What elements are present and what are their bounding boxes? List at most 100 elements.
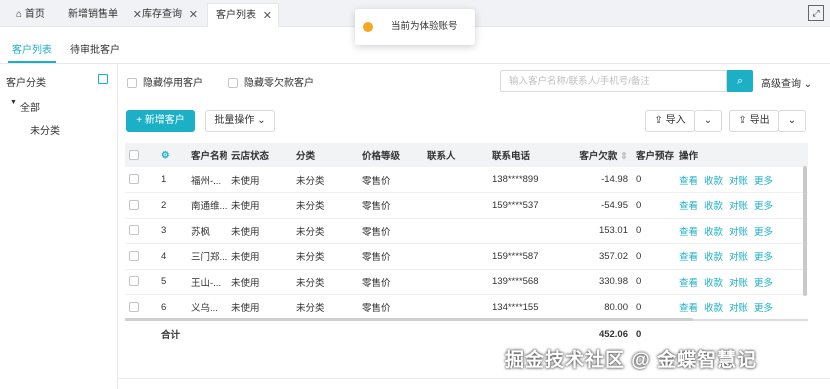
view-link[interactable]: 查看 [679,278,698,289]
total-label: 合计 [157,319,227,347]
button-label: 导出 [749,115,770,126]
row-select[interactable] [125,192,157,219]
subtab-pending-approval[interactable]: 待审批客户 [70,41,120,56]
reconcile-link[interactable]: 对账 [729,252,748,263]
export-dropdown-button[interactable]: ⌄ [778,110,806,132]
view-link[interactable]: 查看 [679,176,698,187]
reconcile-link[interactable]: 对账 [729,176,748,187]
price-level: 零售价 [358,243,423,270]
receive-payment-link[interactable]: 收款 [704,227,723,238]
row-select[interactable] [125,294,157,321]
checkbox[interactable] [129,149,139,160]
view-link[interactable]: 查看 [679,303,698,314]
close-icon[interactable]: ✕ [189,3,198,27]
search-icon[interactable]: ⌕ [727,70,753,92]
customer-name: 南通维... [187,192,227,219]
column-header-debt[interactable]: 客户欠款 ⇕ [556,143,632,167]
price-level: 零售价 [358,167,423,193]
column-header: 分类 [292,143,358,167]
close-icon[interactable]: ✕ [263,4,272,28]
phone [488,218,556,244]
more-link[interactable]: 更多 [754,252,773,263]
tab-customer-list[interactable]: 客户列表 ✕ [207,3,279,27]
more-link[interactable]: 更多 [754,176,773,187]
table-row[interactable]: 1 福州-... 未使用 未分类 零售价 138****899 -14.98 0 查看 收款 对账更… [125,167,808,193]
sort-icon[interactable]: ⇕ [620,151,628,162]
receive-payment-link[interactable]: 收款 [704,252,723,263]
horizontal-scrollbar[interactable] [125,318,693,321]
total-debt: 452.06 [556,319,632,347]
receive-payment-link[interactable]: 收款 [704,176,723,187]
more-link[interactable]: 更多 [754,278,773,289]
hide-disabled-checkbox[interactable]: 隐藏停用客户 [127,74,203,89]
more-link[interactable]: 更多 [754,227,773,238]
gear-icon[interactable]: ⚙ [161,150,170,161]
column-label: 客户欠款 [579,151,618,162]
upload-icon: ⇪ [738,115,747,126]
reconcile-link[interactable]: 对账 [729,278,748,289]
row-select[interactable] [125,269,157,295]
checkbox[interactable] [129,199,139,210]
advanced-search-button[interactable]: 高级查询 ⌄ [761,75,812,90]
checkbox[interactable] [129,174,139,184]
search-input[interactable] [500,70,727,92]
export-button[interactable]: ⇪ 导出 [729,110,779,132]
row-number: 6 [157,294,187,321]
row-select[interactable] [125,167,157,193]
add-customer-button[interactable]: + 新增客户 [126,110,195,132]
active-tab-indicator [8,61,56,63]
hide-zero-debt-checkbox[interactable]: 隐藏零欠款客户 [228,74,314,89]
table-row[interactable]: 4 三门郑... 未使用 未分类 零售价 159****587 357.02 0 查看 收款 对账更… [125,243,808,270]
view-link[interactable]: 查看 [679,252,698,263]
category-sidebar: 客户分类 ▼ 全部 未分类 [0,64,118,389]
debt: 153.01 [556,218,632,244]
view-link[interactable]: 查看 [679,227,698,238]
debt: 357.02 [556,243,632,270]
total-cell [423,319,488,347]
select-all-header[interactable] [125,143,157,167]
checkbox[interactable] [129,225,139,236]
warning-icon [363,22,373,32]
category-all[interactable]: 全部 [20,99,40,114]
vertical-scrollbar[interactable] [803,166,807,296]
reconcile-link[interactable]: 对账 [729,227,748,238]
batch-operation-button[interactable]: 批量操作 ⌄ [205,110,275,132]
tab-label: 客户列表 [216,10,256,21]
more-link[interactable]: 更多 [754,201,773,212]
checkbox[interactable] [129,250,139,261]
checkbox[interactable] [228,78,238,88]
receive-payment-link[interactable]: 收款 [704,278,723,289]
row-actions: 查看 收款 对账 更多 [675,294,808,321]
receive-payment-link[interactable]: 收款 [704,201,723,212]
row-select[interactable] [125,218,157,244]
more-link[interactable]: 更多 [754,303,773,314]
receive-payment-link[interactable]: 收款 [704,303,723,314]
table-row[interactable]: 6 义乌... 未使用 未分类 零售价 134****155 80.00 0 查看 收款 对账 更多 [125,294,808,321]
price-level: 零售价 [358,269,423,295]
table-row[interactable]: 2 南通维... 未使用 未分类 零售价 159****537 -54.95 0 查看 收款 对账更… [125,192,808,219]
edit-icon[interactable] [98,74,108,84]
checkbox[interactable] [129,301,139,312]
contact [423,294,488,321]
table-row[interactable]: 3 苏枫 未使用 未分类 零售价 153.01 0 查看 收款 对账 更多 [125,218,808,244]
tab-inventory-query[interactable]: 库存查询 ✕ [134,3,204,27]
settings-header[interactable]: ⚙ [157,143,187,167]
checkbox[interactable] [127,78,137,88]
column-header: 操作 [675,143,808,167]
expand-icon[interactable]: ⤢ [808,5,824,21]
import-button[interactable]: ⇪ 导入 [645,110,695,132]
reconcile-link[interactable]: 对账 [729,201,748,212]
category-uncategorized[interactable]: 未分类 [30,122,60,137]
caret-down-icon[interactable]: ▼ [10,99,17,106]
table-row[interactable]: 5 王山-... 未使用 未分类 零售价 139****568 330.98 0 查看 收款 对账更… [125,269,808,295]
table-header: ⚙ 客户名称 云店状态 分类 价格等级 联系人 联系电话 客户欠款 ⇕ 客户预存… [125,143,808,167]
checkbox[interactable] [129,276,139,287]
row-select[interactable] [125,243,157,270]
subtab-customer-list[interactable]: 客户列表 [12,41,52,56]
column-header: 联系人 [423,143,488,167]
import-dropdown-button[interactable]: ⌄ [694,110,722,132]
reconcile-link[interactable]: 对账 [729,303,748,314]
tab-home[interactable]: ⌂ 首页 [8,3,58,27]
view-link[interactable]: 查看 [679,201,698,212]
prepay: 0 [632,243,675,270]
